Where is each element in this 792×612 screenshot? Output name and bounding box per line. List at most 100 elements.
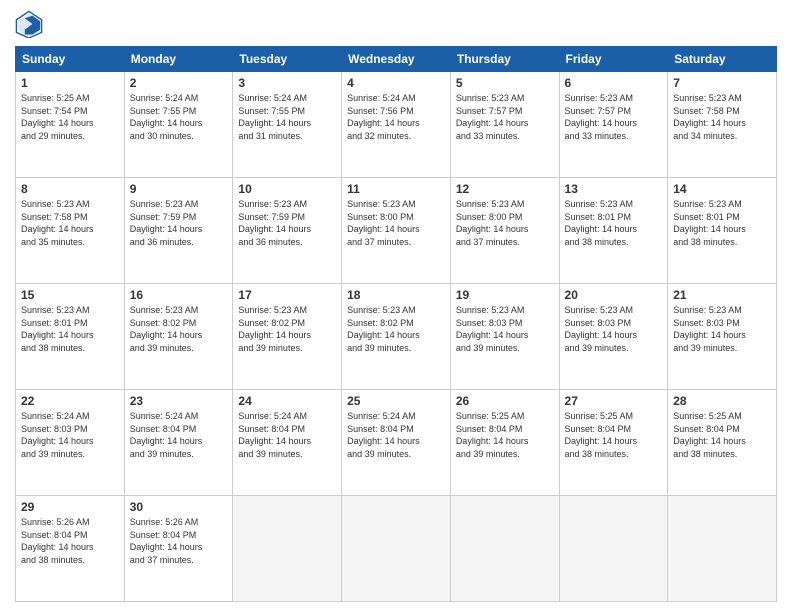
day-info-3-5: Sunrise: 5:25 AM Sunset: 8:04 PM Dayligh… <box>565 410 663 460</box>
day-number-2-0: 15 <box>21 288 119 302</box>
day-number-0-5: 6 <box>565 76 663 90</box>
day-number-3-2: 24 <box>238 394 336 408</box>
day-cell-1-1: 9Sunrise: 5:23 AM Sunset: 7:59 PM Daylig… <box>124 178 233 284</box>
week-row-1: 8 Sunrise: 5:23 AM Sunset: 7:58 PM Daylig… <box>16 178 777 284</box>
day-info-2-2: Sunrise: 5:23 AM Sunset: 8:02 PM Dayligh… <box>238 304 336 354</box>
header <box>15 10 777 38</box>
day-cell-3-0: 22 Sunrise: 5:24 AM Sunset: 8:03 PM Dayli… <box>16 390 125 496</box>
header-thursday: Thursday <box>450 47 559 72</box>
week-row-4: 29 Sunrise: 5:26 AM Sunset: 8:04 PM Dayli… <box>16 496 777 602</box>
day-info-0-0: Sunrise: 5:25 AM Sunset: 7:54 PM Dayligh… <box>21 92 119 142</box>
day-number-1-4: 12 <box>456 182 554 196</box>
day-number-3-4: 26 <box>456 394 554 408</box>
day-number-0-3: 4 <box>347 76 445 90</box>
day-info-3-3: Sunrise: 5:24 AM Sunset: 8:04 PM Dayligh… <box>347 410 445 460</box>
day-info-2-0: Sunrise: 5:23 AM Sunset: 8:01 PM Dayligh… <box>21 304 119 354</box>
day-cell-0-0: 1 Sunrise: 5:25 AM Sunset: 7:54 PM Daylig… <box>16 72 125 178</box>
day-info-0-5: Sunrise: 5:23 AM Sunset: 7:57 PM Dayligh… <box>565 92 663 142</box>
day-info-3-1: Sunrise: 5:24 AM Sunset: 8:04 PM Dayligh… <box>130 410 228 460</box>
day-number-3-6: 28 <box>673 394 771 408</box>
day-cell-2-6: 21 Sunrise: 5:23 AM Sunset: 8:03 PM Dayli… <box>668 284 777 390</box>
day-cell-0-3: 4 Sunrise: 5:24 AM Sunset: 7:56 PM Daylig… <box>342 72 451 178</box>
day-number-3-5: 27 <box>565 394 663 408</box>
logo <box>15 10 47 38</box>
day-info-1-0: Sunrise: 5:23 AM Sunset: 7:58 PM Dayligh… <box>21 198 119 248</box>
day-info-4-0: Sunrise: 5:26 AM Sunset: 8:04 PM Dayligh… <box>21 516 119 566</box>
header-monday: Monday <box>124 47 233 72</box>
week-row-2: 15 Sunrise: 5:23 AM Sunset: 8:01 PM Dayli… <box>16 284 777 390</box>
weekday-header-row: Sunday Monday Tuesday Wednesday Thursday… <box>16 47 777 72</box>
header-friday: Friday <box>559 47 668 72</box>
day-info-2-3: Sunrise: 5:23 AM Sunset: 8:02 PM Dayligh… <box>347 304 445 354</box>
day-cell-2-0: 15 Sunrise: 5:23 AM Sunset: 8:01 PM Dayli… <box>16 284 125 390</box>
day-info-0-2: Sunrise: 5:24 AM Sunset: 7:55 PM Dayligh… <box>238 92 336 142</box>
day-number-1-3: 11 <box>347 182 445 196</box>
day-number-2-2: 17 <box>238 288 336 302</box>
day-info-1-6: Sunrise: 5:23 AM Sunset: 8:01 PM Dayligh… <box>673 198 771 248</box>
day-cell-4-6 <box>668 496 777 602</box>
day-number-0-0: 1 <box>21 76 119 90</box>
day-number-2-5: 20 <box>565 288 663 302</box>
day-cell-1-6: 14 Sunrise: 5:23 AM Sunset: 8:01 PM Dayli… <box>668 178 777 284</box>
week-row-3: 22 Sunrise: 5:24 AM Sunset: 8:03 PM Dayli… <box>16 390 777 496</box>
week-row-0: 1 Sunrise: 5:25 AM Sunset: 7:54 PM Daylig… <box>16 72 777 178</box>
day-info-2-6: Sunrise: 5:23 AM Sunset: 8:03 PM Dayligh… <box>673 304 771 354</box>
day-number-1-6: 14 <box>673 182 771 196</box>
day-info-3-6: Sunrise: 5:25 AM Sunset: 8:04 PM Dayligh… <box>673 410 771 460</box>
day-cell-4-0: 29 Sunrise: 5:26 AM Sunset: 8:04 PM Dayli… <box>16 496 125 602</box>
day-info-1-5: Sunrise: 5:23 AM Sunset: 8:01 PM Dayligh… <box>565 198 663 248</box>
day-info-1-1: Sunrise: 5:23 AM Sunset: 7:59 PM Dayligh… <box>130 198 228 248</box>
day-number-2-1: 16 <box>130 288 228 302</box>
day-info-3-2: Sunrise: 5:24 AM Sunset: 8:04 PM Dayligh… <box>238 410 336 460</box>
day-info-2-4: Sunrise: 5:23 AM Sunset: 8:03 PM Dayligh… <box>456 304 554 354</box>
day-cell-2-3: 18Sunrise: 5:23 AM Sunset: 8:02 PM Dayli… <box>342 284 451 390</box>
day-number-2-4: 19 <box>456 288 554 302</box>
day-number-0-2: 3 <box>238 76 336 90</box>
day-cell-1-2: 10 Sunrise: 5:23 AM Sunset: 7:59 PM Dayli… <box>233 178 342 284</box>
day-info-3-0: Sunrise: 5:24 AM Sunset: 8:03 PM Dayligh… <box>21 410 119 460</box>
day-cell-0-2: 3 Sunrise: 5:24 AM Sunset: 7:55 PM Daylig… <box>233 72 342 178</box>
day-number-1-0: 8 <box>21 182 119 196</box>
day-cell-4-3 <box>342 496 451 602</box>
day-cell-1-5: 13 Sunrise: 5:23 AM Sunset: 8:01 PM Dayli… <box>559 178 668 284</box>
day-cell-0-4: 5 Sunrise: 5:23 AM Sunset: 7:57 PM Daylig… <box>450 72 559 178</box>
day-cell-4-5 <box>559 496 668 602</box>
day-number-3-1: 23 <box>130 394 228 408</box>
day-number-4-0: 29 <box>21 500 119 514</box>
day-cell-2-4: 19 Sunrise: 5:23 AM Sunset: 8:03 PM Dayli… <box>450 284 559 390</box>
day-number-1-5: 13 <box>565 182 663 196</box>
day-cell-4-4 <box>450 496 559 602</box>
day-info-3-4: Sunrise: 5:25 AM Sunset: 8:04 PM Dayligh… <box>456 410 554 460</box>
day-cell-4-1: 30 Sunrise: 5:26 AM Sunset: 8:04 PM Dayli… <box>124 496 233 602</box>
day-info-2-5: Sunrise: 5:23 AM Sunset: 8:03 PM Dayligh… <box>565 304 663 354</box>
day-cell-1-3: 11 Sunrise: 5:23 AM Sunset: 8:00 PM Dayli… <box>342 178 451 284</box>
header-tuesday: Tuesday <box>233 47 342 72</box>
day-cell-3-2: 24 Sunrise: 5:24 AM Sunset: 8:04 PM Dayli… <box>233 390 342 496</box>
day-cell-0-6: 7Sunrise: 5:23 AM Sunset: 7:58 PM Daylig… <box>668 72 777 178</box>
day-info-2-1: Sunrise: 5:23 AM Sunset: 8:02 PM Dayligh… <box>130 304 228 354</box>
day-cell-2-2: 17 Sunrise: 5:23 AM Sunset: 8:02 PM Dayli… <box>233 284 342 390</box>
day-info-1-2: Sunrise: 5:23 AM Sunset: 7:59 PM Dayligh… <box>238 198 336 248</box>
header-wednesday: Wednesday <box>342 47 451 72</box>
day-cell-0-1: 2Sunrise: 5:24 AM Sunset: 7:55 PM Daylig… <box>124 72 233 178</box>
day-number-0-4: 5 <box>456 76 554 90</box>
logo-icon <box>15 10 43 38</box>
day-info-1-3: Sunrise: 5:23 AM Sunset: 8:00 PM Dayligh… <box>347 198 445 248</box>
day-number-2-6: 21 <box>673 288 771 302</box>
day-number-3-3: 25 <box>347 394 445 408</box>
day-cell-2-5: 20 Sunrise: 5:23 AM Sunset: 8:03 PM Dayli… <box>559 284 668 390</box>
day-cell-3-1: 23 Sunrise: 5:24 AM Sunset: 8:04 PM Dayli… <box>124 390 233 496</box>
day-number-1-2: 10 <box>238 182 336 196</box>
day-cell-3-4: 26 Sunrise: 5:25 AM Sunset: 8:04 PM Dayli… <box>450 390 559 496</box>
header-sunday: Sunday <box>16 47 125 72</box>
day-cell-2-1: 16 Sunrise: 5:23 AM Sunset: 8:02 PM Dayli… <box>124 284 233 390</box>
day-number-4-1: 30 <box>130 500 228 514</box>
day-info-0-4: Sunrise: 5:23 AM Sunset: 7:57 PM Dayligh… <box>456 92 554 142</box>
day-info-1-4: Sunrise: 5:23 AM Sunset: 8:00 PM Dayligh… <box>456 198 554 248</box>
calendar: Sunday Monday Tuesday Wednesday Thursday… <box>15 46 777 602</box>
day-number-3-0: 22 <box>21 394 119 408</box>
day-cell-1-4: 12 Sunrise: 5:23 AM Sunset: 8:00 PM Dayli… <box>450 178 559 284</box>
day-info-0-3: Sunrise: 5:24 AM Sunset: 7:56 PM Dayligh… <box>347 92 445 142</box>
header-saturday: Saturday <box>668 47 777 72</box>
day-info-4-1: Sunrise: 5:26 AM Sunset: 8:04 PM Dayligh… <box>130 516 228 566</box>
